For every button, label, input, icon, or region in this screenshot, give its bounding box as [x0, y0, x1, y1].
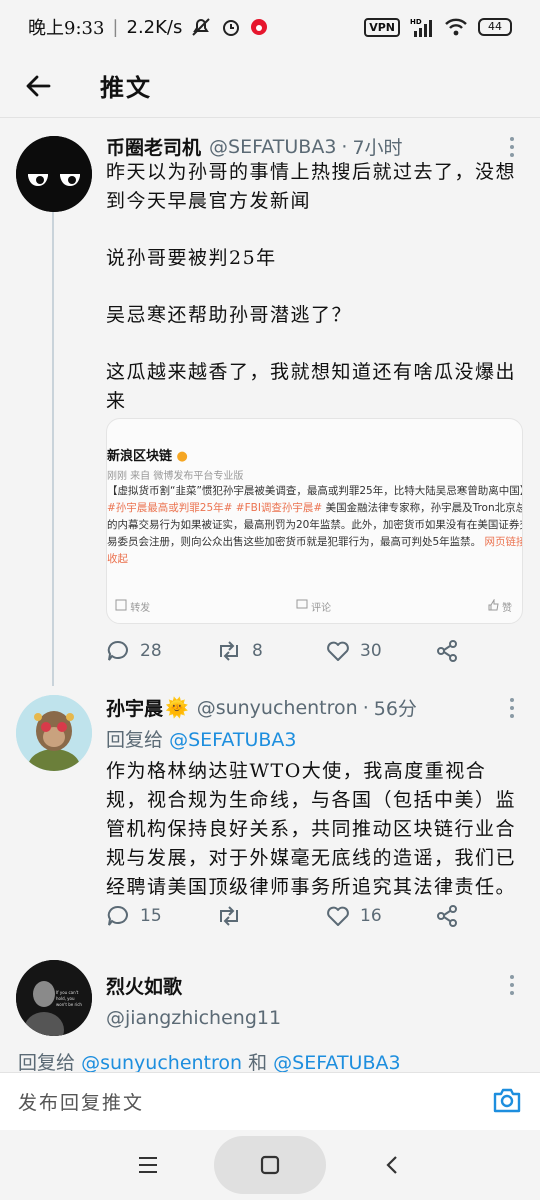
embedded-weibo-card[interactable]: 新浪区块链 ● 刚刚 来自 微博发布平台专业版 【虚拟货币割“韭菜”惯犯孙宇晨被…	[106, 418, 523, 624]
share-button[interactable]	[436, 905, 458, 927]
author-name[interactable]: 烈火如歌	[106, 972, 182, 999]
mention-link[interactable]: @sunyuchentron	[81, 1052, 242, 1074]
reply-icon	[107, 905, 128, 926]
retweet-count: 8	[252, 641, 263, 661]
avatar[interactable]: If you can't hold, you won't be rich	[16, 960, 92, 1036]
author-name[interactable]: 孙宇晨	[106, 694, 163, 721]
tweet-actions: 28 8 30	[106, 635, 466, 667]
reply-context: 回复给 @SEFATUBA3	[106, 729, 297, 751]
avatar[interactable]	[16, 695, 92, 771]
card-actions: 转发 评论 赞	[107, 589, 522, 623]
tweet-text: 作为格林纳达驻WTO大使，我高度重视合规，视合规为生命线，与各国（包括中美）监管…	[106, 760, 517, 898]
card-text: 【虚拟货币割“韭菜”惯犯孙宇晨被美调查，最高或判罪25年，比特大陆吴忌寒曾助离中…	[107, 483, 522, 568]
avatar-caption: If you can't hold, you won't be rich	[56, 990, 82, 1007]
chevron-left-icon	[386, 1156, 397, 1174]
camera-button[interactable]	[492, 1086, 522, 1118]
card-hashtags[interactable]: #孙宇晨最高或判罪25年# #FBI调查孙宇晨#	[107, 502, 322, 514]
avatar-eyes-image	[16, 136, 92, 212]
like-count: 16	[360, 906, 382, 926]
back-arrow-icon	[26, 75, 51, 96]
like-button[interactable]: 30	[326, 640, 436, 662]
forward-icon	[115, 599, 127, 610]
mention-link[interactable]: @SEFATUBA3	[273, 1052, 400, 1074]
ape-avatar-image	[16, 695, 92, 771]
reply-count: 28	[140, 641, 162, 661]
author-name[interactable]: 币圈老司机	[106, 133, 201, 160]
page-title: 推文	[100, 73, 152, 102]
author-handle[interactable]: @jiangzhicheng11	[106, 1007, 281, 1029]
square-home-icon	[260, 1155, 280, 1175]
back-button[interactable]	[0, 54, 76, 118]
status-time: 晚上9:33	[28, 18, 105, 39]
share-icon	[437, 640, 457, 662]
reply-button[interactable]: 28	[106, 639, 216, 663]
more-options-button[interactable]	[506, 975, 518, 995]
comment-icon	[296, 599, 308, 608]
reply-count: 15	[140, 906, 162, 926]
avatar[interactable]	[16, 136, 92, 212]
vpn-indicator: VPN	[364, 17, 400, 37]
share-button[interactable]	[436, 640, 458, 662]
network-speed: 2.2K/s	[126, 16, 183, 38]
retweet-button[interactable]	[216, 904, 326, 928]
menu-lines-icon	[139, 1157, 157, 1173]
wifi-icon	[445, 18, 467, 36]
reply-context: 回复给 @sunyuchentron 和 @SEFATUBA3	[18, 1052, 401, 1074]
share-icon	[437, 905, 457, 927]
tweet-text: 昨天以为孙哥的事情上热搜后就过去了，没想到今天早晨官方发新闻 说孙哥要被判25年…	[106, 161, 517, 412]
retweet-button[interactable]: 8	[216, 639, 326, 663]
thumbs-up-icon	[488, 597, 499, 610]
home-button[interactable]	[214, 1136, 326, 1194]
more-vertical-icon	[510, 698, 514, 702]
heart-icon	[327, 641, 349, 661]
heart-icon	[327, 906, 349, 926]
battery-indicator: 44	[478, 18, 512, 36]
reply-input-placeholder[interactable]: 发布回复推文	[18, 1088, 144, 1115]
author-handle[interactable]: @sunyuchentron	[197, 697, 358, 719]
more-options-button[interactable]	[506, 698, 518, 718]
mute-icon	[192, 18, 211, 36]
tweet-actions: 15 16	[106, 900, 466, 932]
reply-button[interactable]: 15	[106, 904, 216, 928]
alarm-icon	[223, 20, 240, 36]
tweet-time: 7小时	[352, 137, 403, 159]
signal-icon: HD	[410, 18, 432, 37]
mention-link[interactable]: @SEFATUBA3	[169, 729, 296, 751]
card-subtitle: 刚刚 来自 微博发布平台专业版	[107, 471, 244, 482]
thread-connector	[52, 196, 54, 686]
retweet-icon	[220, 906, 238, 926]
verified-sun-badge: 🌞	[165, 697, 189, 719]
like-button[interactable]: 16	[326, 905, 436, 927]
system-nav-bar	[0, 1130, 540, 1200]
recents-button[interactable]	[128, 1136, 168, 1194]
compose-reply-bar[interactable]: 发布回复推文	[0, 1072, 540, 1130]
svg-text:HD: HD	[410, 18, 422, 26]
top-app-bar: 推文	[0, 54, 540, 118]
more-vertical-icon	[510, 137, 514, 141]
weibo-notification-icon	[251, 19, 268, 35]
camera-icon	[493, 1088, 521, 1112]
retweet-icon	[220, 641, 238, 661]
more-options-button[interactable]	[506, 137, 518, 157]
more-vertical-icon	[510, 975, 514, 979]
system-back-button[interactable]	[372, 1136, 412, 1194]
status-bar: 晚上9:33 | 2.2K/s VPN HD 44	[0, 0, 540, 54]
tweet-time: 56分	[373, 698, 417, 720]
like-count: 30	[360, 641, 382, 661]
author-handle[interactable]: @SEFATUBA3	[209, 136, 336, 158]
reply-icon	[107, 640, 128, 661]
card-source: 新浪区块链 ●	[107, 449, 188, 464]
